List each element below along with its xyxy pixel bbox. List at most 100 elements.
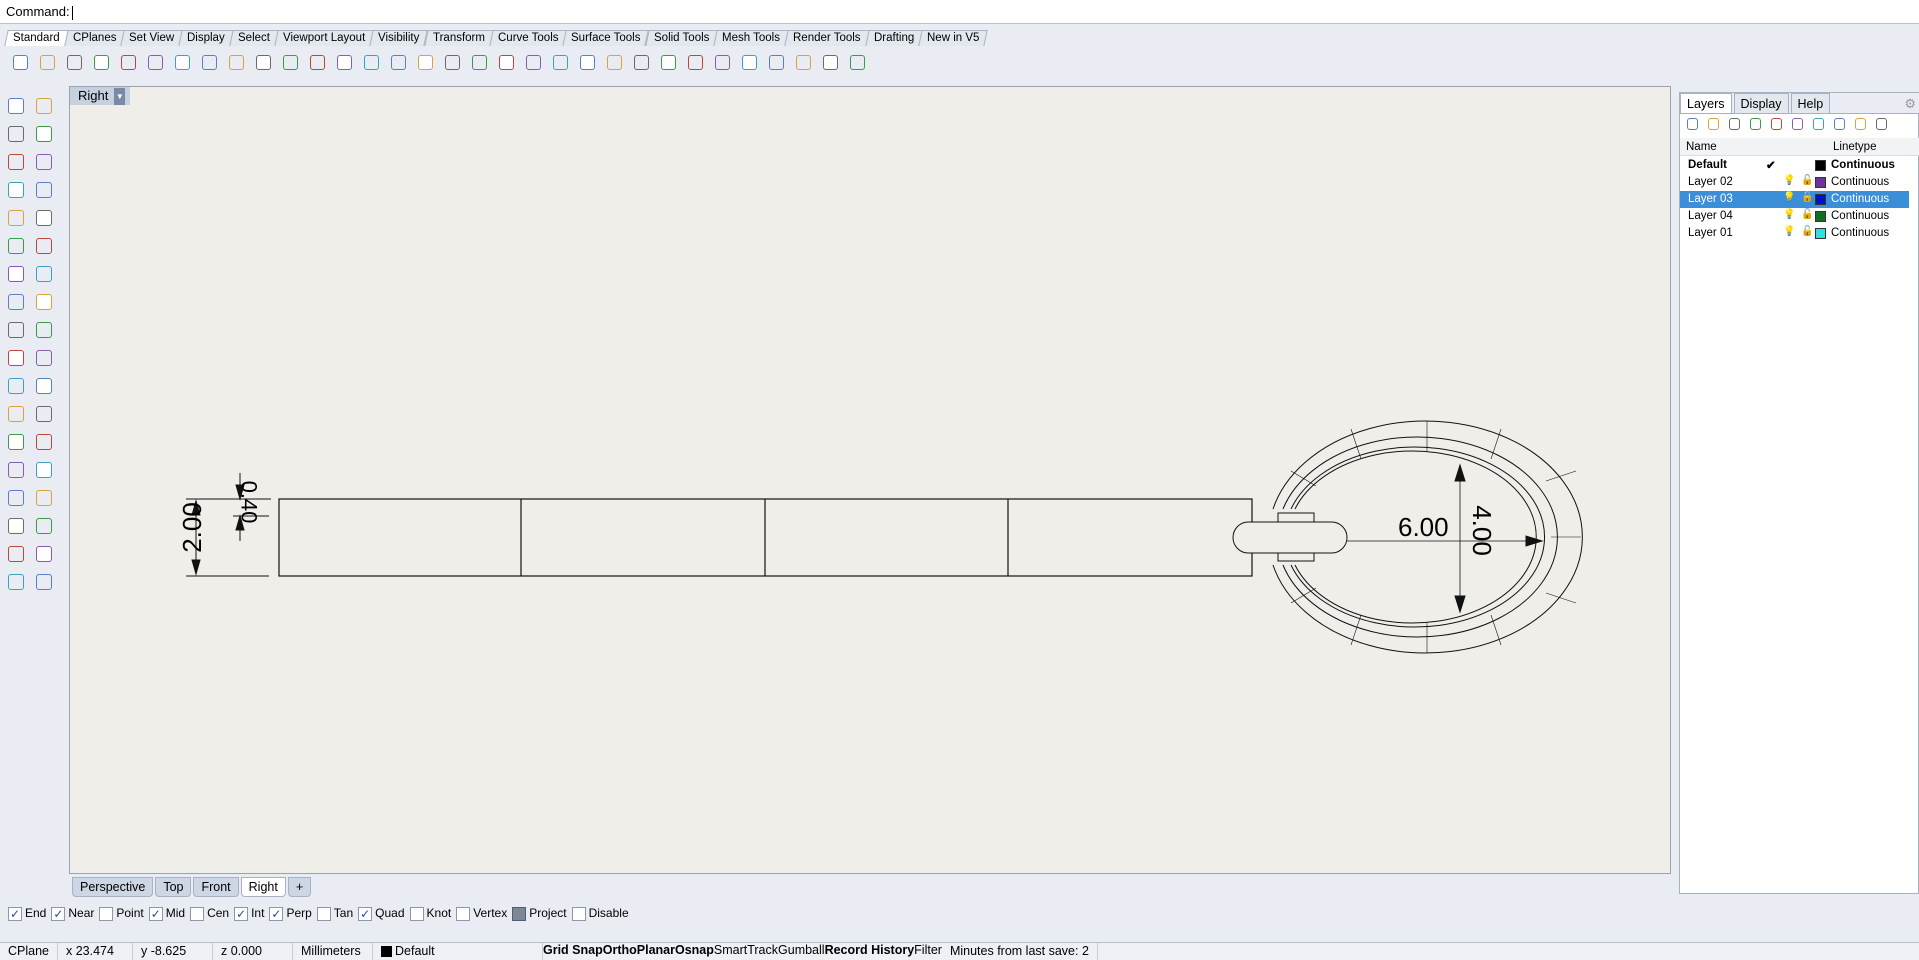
osnap-checkbox[interactable]: ✓ [8,906,22,921]
layer-linetype[interactable]: Continuous [1831,159,1895,171]
blend-icon[interactable] [32,374,56,398]
circle-icon[interactable] [4,150,28,174]
toolbar-tab-transform[interactable]: Transform [423,30,494,46]
box-edit-icon[interactable] [4,570,28,594]
osnap-cen[interactable]: Cen [190,906,229,921]
osnap-mid[interactable]: ✓ Mid [148,906,185,921]
layer-linetype[interactable]: Continuous [1831,210,1889,222]
zoom-selected-icon[interactable] [386,50,410,74]
cage-edit-icon[interactable] [4,542,28,566]
osnap-checkbox[interactable] [99,906,114,921]
undo-icon[interactable] [224,50,248,74]
osnap-checkbox[interactable] [456,906,471,921]
layer-linetype[interactable]: Continuous [1831,193,1889,205]
lock-icon[interactable] [602,50,626,74]
osnap-checkbox[interactable]: ✓ [234,906,249,921]
new-sublayer-icon[interactable] [1705,116,1721,132]
light-bulb-icon[interactable]: 💡 [1783,175,1795,186]
fillet-icon[interactable] [4,402,28,426]
tool-manage-icon[interactable] [1831,116,1847,132]
viewport-tab-right[interactable]: Right [240,877,286,897]
osnap-checkbox[interactable]: ✓ [148,906,163,921]
unlock-icon[interactable]: 🔓 [1801,175,1813,186]
unlock-icon[interactable]: 🔓 [1801,226,1813,237]
layer-row[interactable]: Layer 04 💡 🔓 Continuous [1680,208,1909,225]
unlock-icon[interactable]: 🔓 [1801,209,1813,220]
explode-icon[interactable] [32,318,56,342]
toolbar-tab-standard[interactable]: Standard [4,30,69,46]
toolbar-tab-drafting[interactable]: Drafting [864,30,923,46]
paste-icon[interactable] [197,50,221,74]
save-icon[interactable] [62,50,86,74]
toolbar-tab-display[interactable]: Display [178,30,234,46]
boolean-icon[interactable] [4,374,28,398]
add-viewport-tab-plus-icon[interactable]: + [287,877,312,897]
osnap-vertex[interactable]: Vertex [456,906,507,921]
status-toggle-ortho[interactable]: Ortho [603,943,637,960]
command-line[interactable]: Command: [0,0,1919,24]
offset-icon[interactable] [32,458,56,482]
osnap-knot[interactable]: Knot [409,906,451,921]
color-wheel-icon[interactable] [656,50,680,74]
layer-row[interactable]: Layer 02 💡 🔓 Continuous [1680,174,1909,191]
osnap-checkbox[interactable] [190,906,205,921]
grid-icon[interactable] [4,514,28,538]
command-input[interactable] [71,5,73,20]
four-viewports-icon[interactable] [440,50,464,74]
osnap-checkbox[interactable] [571,906,586,921]
layer-row[interactable]: Layer 01 💡 🔓 Continuous [1680,225,1909,242]
sphere-icon[interactable] [32,262,56,286]
cylinder-icon[interactable] [4,290,28,314]
gears-icon[interactable] [4,318,28,342]
status-toggle-planar[interactable]: Planar [637,943,675,960]
rectangle-icon[interactable] [32,178,56,202]
column-name[interactable]: Name [1686,141,1717,153]
viewport-tab-top[interactable]: Top [155,877,192,897]
panel-tab-layers[interactable]: Layers [1680,93,1732,113]
layer-stack-icon[interactable] [629,50,653,74]
viewport-right[interactable]: Right ▼ 2.00 0.40 6.00 4.00 [69,86,1671,874]
cursor-tool-icon[interactable] [764,50,788,74]
revolve-icon[interactable] [32,234,56,258]
move-icon[interactable] [32,514,56,538]
osnap-checkbox[interactable]: ✓ [358,906,373,921]
osnap-project[interactable]: Project [512,906,567,921]
units[interactable]: Millimeters [293,943,373,960]
filter-icon[interactable] [1810,116,1826,132]
settings-hammer-icon[interactable] [1852,116,1868,132]
polyline-icon[interactable] [4,122,28,146]
cplane-icon[interactable] [521,50,545,74]
text-icon[interactable] [4,430,28,454]
osnap-quad[interactable]: ✓ Quad [358,906,405,921]
layer-name[interactable]: Layer 02 [1688,176,1733,188]
light-bulb-icon[interactable]: 💡 [1783,226,1795,237]
delete-icon[interactable] [1726,116,1742,132]
panel-tab-display[interactable]: Display [1733,93,1789,113]
toolbar-tab-set-view[interactable]: Set View [120,30,184,46]
toolbar-tab-mesh-tools[interactable]: Mesh Tools [713,30,789,46]
extrude-icon[interactable] [32,290,56,314]
osnap-checkbox[interactable] [316,906,331,921]
select-arrow-icon[interactable] [4,94,28,118]
layer-name[interactable]: Layer 04 [1688,210,1733,222]
gear-settings-icon[interactable] [791,50,815,74]
light-bulb-icon[interactable]: 💡 [1783,192,1795,203]
split-icon[interactable] [32,346,56,370]
osnap-near[interactable]: ✓ Near [51,906,94,921]
sweep-icon[interactable] [32,570,56,594]
dimension-icon[interactable] [818,50,842,74]
open-folder-icon[interactable] [35,50,59,74]
layer-linetype[interactable]: Continuous [1831,227,1889,239]
column-linetype[interactable]: Linetype [1833,141,1876,153]
layer-color-swatch[interactable] [1815,160,1826,171]
layer-color-swatch[interactable] [1815,177,1826,188]
toolbar-tab-viewport-layout[interactable]: Viewport Layout [274,30,374,46]
osnap-checkbox[interactable]: ✓ [269,906,284,921]
check-icon[interactable] [32,542,56,566]
zoom-window-icon[interactable] [332,50,356,74]
current-layer[interactable]: Default [373,943,543,960]
osnap-int[interactable]: ✓ Int [234,906,264,921]
properties-icon[interactable] [494,50,518,74]
osnap-checkbox[interactable] [512,906,527,921]
light-bulb-icon[interactable]: 💡 [1783,209,1795,220]
